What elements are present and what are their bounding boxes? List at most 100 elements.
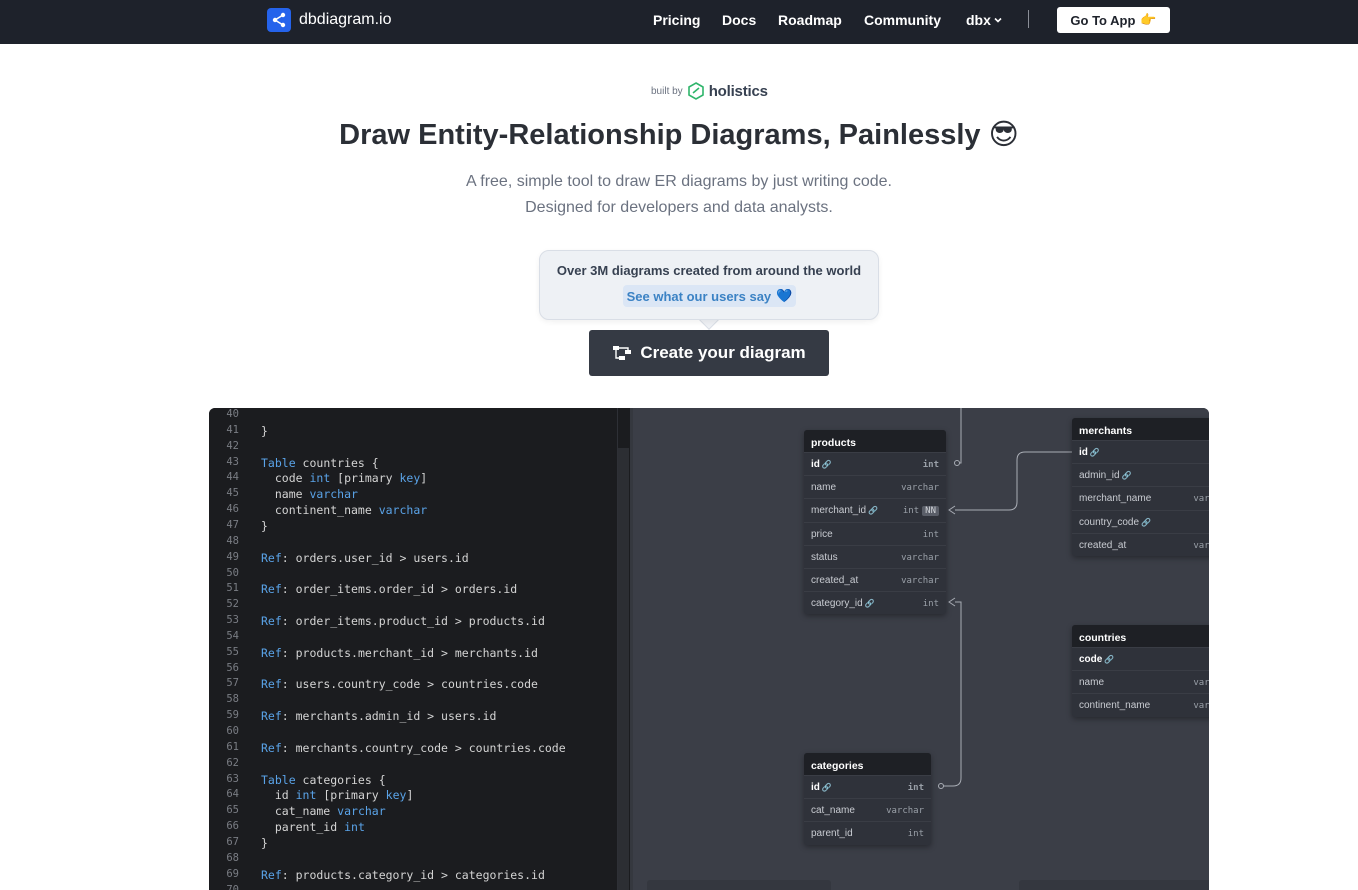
- create-diagram-button[interactable]: Create your diagram: [589, 330, 829, 376]
- field-type-text: varchar: [901, 483, 939, 494]
- table-header[interactable]: categories: [804, 753, 931, 775]
- field-type: int: [923, 460, 939, 470]
- line-number: 53: [226, 614, 239, 627]
- hero-subtitle-line-1: A free, simple tool to draw ER diagrams …: [466, 173, 892, 190]
- app-preview: 40 41} 42 43 Table countries {44 code int [p…: [209, 408, 1209, 890]
- see-users-say-link[interactable]: See what our users say 💙: [623, 285, 796, 307]
- code-line: 45 name varchar: [209, 487, 617, 503]
- table-products[interactable]: products id 🔗 int name varchar merchant_id 🔗 int…: [804, 430, 946, 615]
- nav-dropdown-dbx[interactable]: dbx: [966, 12, 1002, 28]
- code-line: 55 Ref: products.merchant_id > merchants.…: [209, 646, 617, 662]
- line-number: 62: [226, 756, 239, 769]
- line-number: 61: [226, 740, 239, 753]
- edge-merchant-crow: [948, 505, 956, 515]
- field-name: created_at: [1079, 539, 1127, 551]
- nav-link-community[interactable]: Community: [864, 12, 941, 28]
- table-field-row[interactable]: merchant_id 🔗 int NN: [804, 498, 946, 521]
- code-token: : orders.user_id > users.id: [281, 550, 469, 565]
- go-to-app-button[interactable]: Go To App 👉: [1057, 7, 1170, 33]
- field-type-text: varchar: [886, 806, 924, 817]
- table-field-row[interactable]: admin_id 🔗: [1072, 463, 1209, 486]
- field-name: cat_name: [811, 805, 855, 817]
- code-token: : merchants.country_code > countries.cod…: [281, 740, 566, 755]
- code-line: 69 Ref: products.category_id > categories…: [209, 868, 617, 884]
- table-categories[interactable]: categories id 🔗 int cat_name varchar parent_id…: [804, 753, 931, 845]
- code-line: 60: [209, 725, 617, 741]
- top-navbar: dbdiagram.io Pricing Docs Roadmap Commun…: [0, 0, 1358, 44]
- code-line: 68: [209, 852, 617, 868]
- line-number: 51: [226, 582, 239, 595]
- table-header[interactable]: countries: [1072, 625, 1209, 647]
- code-line: 46 continent_name varchar: [209, 503, 617, 519]
- nav-link-roadmap[interactable]: Roadmap: [778, 12, 842, 28]
- table-field-row[interactable]: id 🔗: [1072, 440, 1209, 463]
- code-text: name varchar: [261, 487, 358, 501]
- table-header[interactable]: merchants: [1072, 418, 1209, 440]
- table-field-row[interactable]: continent_name varc: [1072, 693, 1209, 716]
- diagram-icon: [613, 346, 632, 360]
- code-editor[interactable]: 40 41} 42 43 Table countries {44 code int [p…: [209, 408, 632, 890]
- field-type-text: varchar: [901, 552, 939, 563]
- table-field-row[interactable]: name varchar: [804, 475, 946, 498]
- nav-link-pricing[interactable]: Pricing: [653, 12, 700, 28]
- field-name: category_id: [811, 598, 863, 610]
- table-countries[interactable]: countriescode🔗namevarccontinent_namevarc: [1072, 625, 1209, 717]
- hero-subtitle-line-2: Designed for developers and data analyst…: [525, 199, 833, 216]
- code-line: 49 Ref: orders.user_id > users.id: [209, 551, 617, 567]
- table-field-row[interactable]: category_id 🔗 int: [804, 591, 946, 614]
- line-number: 65: [226, 804, 239, 817]
- table-field-row[interactable]: id 🔗 int: [804, 452, 946, 475]
- table-field-row[interactable]: code 🔗: [1072, 647, 1209, 670]
- code-text: Table countries {: [261, 456, 379, 470]
- callout-title: Over 3M diagrams created from around the…: [556, 263, 862, 278]
- field-type: varc: [1193, 494, 1209, 504]
- field-name: code: [1079, 654, 1103, 665]
- table-field-row[interactable]: cat_name varchar: [804, 798, 931, 821]
- hero-subtitle: A free, simple tool to draw ER diagrams …: [0, 169, 1358, 221]
- create-diagram-label: Create your diagram: [640, 343, 806, 362]
- table-field-row[interactable]: id 🔗 int: [804, 775, 931, 798]
- code-token: [primary: [330, 471, 400, 486]
- code-line: 51 Ref: order_items.order_id > orders.id: [209, 582, 617, 598]
- code-line: 67}: [209, 836, 617, 852]
- code-line: 61 Ref: merchants.country_code > countrie…: [209, 741, 617, 757]
- code-text: Ref: merchants.country_code > countries.…: [261, 741, 566, 755]
- diagram-canvas[interactable]: products id 🔗 int name varchar merchant_id 🔗 int…: [633, 408, 1209, 890]
- table-field-row[interactable]: created_at varchar: [804, 567, 946, 591]
- line-number: 59: [226, 709, 239, 722]
- code-token: categories {: [295, 772, 386, 787]
- table-field-row[interactable]: country_code 🔗: [1072, 509, 1209, 533]
- built-by-holistics[interactable]: built by holistics: [651, 82, 768, 100]
- code-token: name: [261, 487, 310, 502]
- line-number: 69: [226, 867, 239, 880]
- table-field-row[interactable]: merchant_name varc: [1072, 486, 1209, 509]
- editor-scrollbar[interactable]: [618, 448, 629, 890]
- field-type-text: int: [922, 599, 939, 610]
- built-by-text: built by: [651, 85, 683, 97]
- code-keyword: Ref: [261, 614, 282, 629]
- code-keyword: int: [295, 788, 317, 803]
- code-keyword: Ref: [261, 645, 282, 660]
- line-number: 42: [226, 439, 239, 452]
- code-line: 53 Ref: order_items.product_id > products…: [209, 614, 617, 630]
- testimonial-callout: Over 3M diagrams created from around the…: [539, 250, 879, 320]
- code-text: }: [261, 519, 268, 533]
- table-field-row[interactable]: status varchar: [804, 544, 946, 568]
- nav-separator: [1028, 10, 1029, 28]
- line-number: 57: [226, 677, 239, 690]
- table-field-row[interactable]: name varc: [1072, 670, 1209, 693]
- table-merchants[interactable]: merchantsid🔗admin_id🔗merchant_namevarcco…: [1072, 418, 1209, 556]
- table-header[interactable]: products: [804, 430, 946, 452]
- code-line: 59 Ref: merchants.admin_id > users.id: [209, 709, 617, 725]
- code-line: 64 id int [primary key]: [209, 788, 617, 804]
- line-number: 45: [226, 487, 239, 500]
- code-token: countries {: [295, 455, 379, 470]
- code-keyword: Ref: [261, 740, 282, 755]
- code-line: 62: [209, 757, 617, 773]
- table-field-row[interactable]: parent_id int: [804, 821, 931, 844]
- link-icon: 🔗: [868, 506, 878, 516]
- table-field-row[interactable]: created_at varc: [1072, 532, 1209, 556]
- table-field-row[interactable]: price int: [804, 521, 946, 545]
- nav-link-docs[interactable]: Docs: [722, 12, 756, 28]
- field-name: name: [1079, 677, 1105, 689]
